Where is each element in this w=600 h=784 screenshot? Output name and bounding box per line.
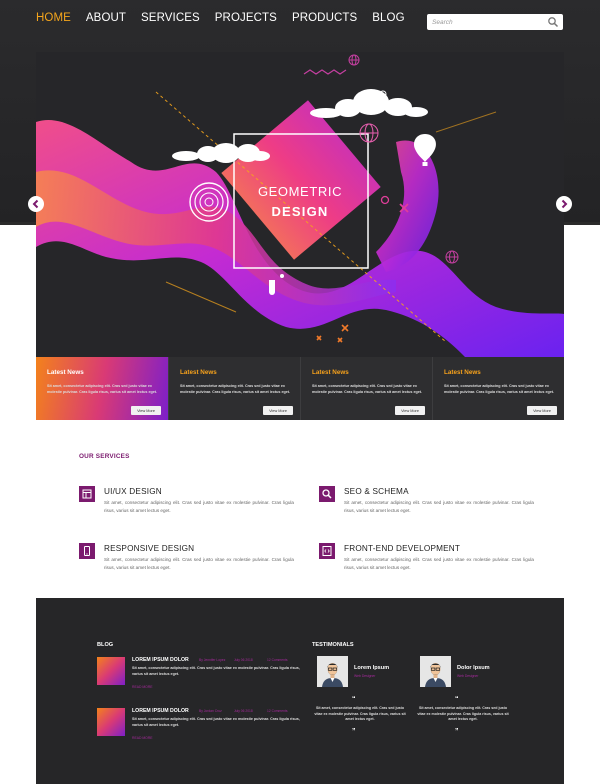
person-icon — [420, 656, 451, 687]
testimonial-text: Sit amet, consectetur adipiscing elit. C… — [417, 706, 509, 721]
news-card: Latest News Sit amet, consectetur adipis… — [300, 357, 432, 420]
nav-home[interactable]: HOME — [36, 12, 71, 24]
blog-comments[interactable]: 12 Comments — [267, 709, 288, 713]
read-more-link[interactable]: READ MORE — [132, 736, 153, 740]
news-text: Sit amet, consectetur adipiscing elit. C… — [47, 384, 158, 394]
blog-author: By Jordan Cruz — [199, 709, 222, 713]
news-title: Latest News — [180, 369, 217, 376]
read-more-link[interactable]: READ MORE — [132, 685, 153, 689]
search-box — [427, 14, 563, 30]
magnifier-icon — [319, 486, 335, 502]
blog-date: July 06 2018 — [234, 658, 253, 662]
blog-comments[interactable]: 12 Comments — [267, 658, 288, 662]
chevron-right-icon — [561, 199, 568, 209]
nav-products[interactable]: PRODUCTS — [292, 12, 357, 24]
testimonial-text: Sit amet, consectetur adipiscing elit. C… — [314, 706, 406, 721]
view-more-button[interactable]: View More — [395, 406, 425, 415]
quote-close-icon: ” — [455, 728, 459, 735]
nav-blog[interactable]: BLOG — [372, 12, 404, 24]
blog-thumbnail[interactable] — [97, 708, 125, 736]
news-card: Latest News Sit amet, consectetur adipis… — [168, 357, 300, 420]
blog-title[interactable]: LOREM IPSUM DOLOR — [132, 657, 189, 663]
hero-title-line2: DESIGN — [271, 204, 329, 219]
service-title: FRONT-END DEVELOPMENT — [344, 544, 461, 553]
service-title: UI/UX DESIGN — [104, 487, 162, 496]
code-icon — [319, 543, 335, 559]
footer-section: BLOG LOREM IPSUM DOLOR By Jennifer Lopez… — [36, 598, 564, 784]
services-heading: OUR SERVICES — [79, 453, 130, 460]
nav-services[interactable]: SERVICES — [141, 12, 200, 24]
mobile-icon — [79, 543, 95, 559]
testimonial-name: Dolor Ipsum — [457, 665, 490, 671]
search-input[interactable] — [427, 14, 545, 30]
view-more-button[interactable]: View More — [263, 406, 293, 415]
news-card: Latest News Sit amet, consectetur adipis… — [432, 357, 564, 420]
testimonial-role: Web Designer — [354, 674, 376, 678]
service-title: RESPONSIVE DESIGN — [104, 544, 195, 553]
avatar — [317, 656, 348, 687]
avatar — [420, 656, 451, 687]
news-title: Latest News — [444, 369, 481, 376]
service-title: SEO & SCHEMA — [344, 487, 409, 496]
news-text: Sit amet, consectetur adipiscing elit. C… — [444, 384, 555, 394]
blog-excerpt: Sit amet, consectetur adipiscing elit. C… — [132, 666, 300, 676]
chevron-left-icon — [32, 199, 39, 209]
service-text: Sit amet, consectetur adipiscing elit. C… — [344, 500, 534, 513]
service-text: Sit amet, consectetur adipiscing elit. C… — [344, 557, 534, 570]
quote-open-icon: “ — [352, 696, 356, 703]
person-icon — [317, 656, 348, 687]
news-text: Sit amet, consectetur adipiscing elit. C… — [180, 384, 291, 394]
testimonials-heading: TESTIMONIALS — [312, 642, 354, 648]
blog-post: LOREM IPSUM DOLOR By Jennifer Lopez July… — [97, 657, 300, 699]
testimonial-name: Lorem Ipsum — [354, 665, 390, 671]
slider-next-button[interactable] — [556, 196, 572, 212]
blog-post: LOREM IPSUM DOLOR By Jordan Cruz July 06… — [97, 708, 300, 750]
blog-thumbnail[interactable] — [97, 657, 125, 685]
main-nav: HOME ABOUT SERVICES PROJECTS PRODUCTS BL… — [36, 12, 420, 24]
news-text: Sit amet, consectetur adipiscing elit. C… — [312, 384, 423, 394]
slider-prev-button[interactable] — [28, 196, 44, 212]
blog-excerpt: Sit amet, consectetur adipiscing elit. C… — [132, 717, 300, 727]
testimonial-card: Lorem Ipsum Web Designer “ Sit amet, con… — [312, 656, 412, 766]
news-strip: Latest News Sit amet, consectetur adipis… — [36, 357, 564, 420]
service-text: Sit amet, consectetur adipiscing elit. C… — [104, 557, 294, 570]
nav-about[interactable]: ABOUT — [86, 12, 126, 24]
quote-open-icon: “ — [455, 696, 459, 703]
news-card: Latest News Sit amet, consectetur adipis… — [36, 357, 168, 420]
testimonial-card: Dolor Ipsum Web Designer “ Sit amet, con… — [415, 656, 515, 766]
blog-date: July 06 2018 — [234, 709, 253, 713]
hero-banner: GEOMETRIC DESIGN — [36, 52, 564, 358]
hero-title-line1: GEOMETRIC — [257, 184, 343, 199]
blog-author: By Jennifer Lopez — [199, 658, 226, 662]
news-title: Latest News — [47, 369, 84, 376]
quote-close-icon: ” — [352, 728, 356, 735]
news-title: Latest News — [312, 369, 349, 376]
layout-icon — [79, 486, 95, 502]
nav-projects[interactable]: PROJECTS — [215, 12, 277, 24]
blog-title[interactable]: LOREM IPSUM DOLOR — [132, 708, 189, 714]
blog-heading: BLOG — [97, 642, 114, 648]
view-more-button[interactable]: View More — [527, 406, 557, 415]
testimonial-role: Web Designer — [457, 674, 479, 678]
view-more-button[interactable]: View More — [131, 406, 161, 415]
search-icon[interactable] — [547, 16, 559, 28]
service-text: Sit amet, consectetur adipiscing elit. C… — [104, 500, 294, 513]
